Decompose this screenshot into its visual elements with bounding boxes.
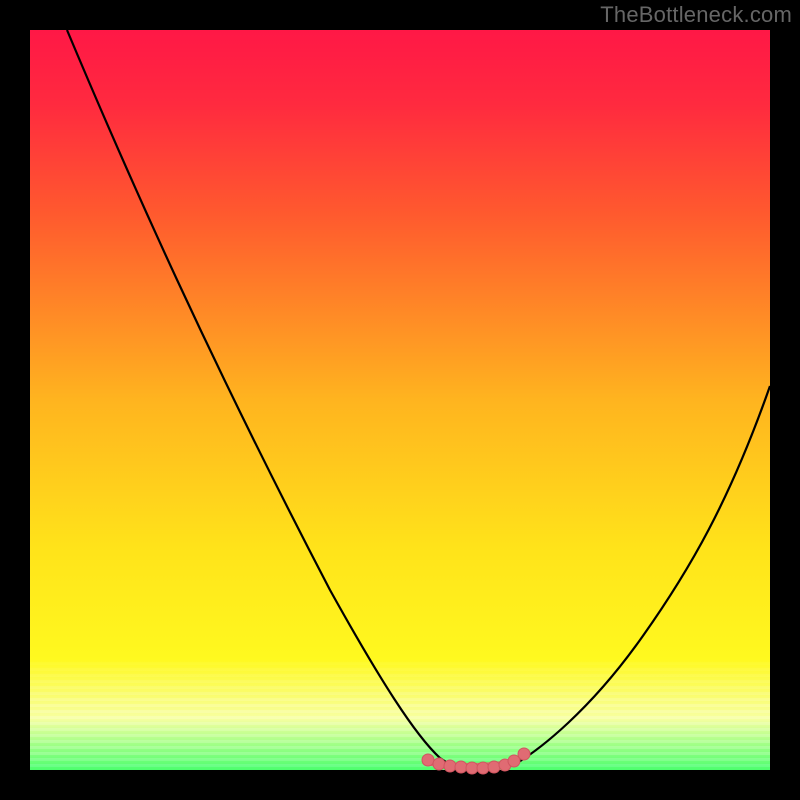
left-branch-curve xyxy=(67,30,452,766)
right-branch-curve xyxy=(512,386,770,766)
watermark-text: TheBottleneck.com xyxy=(600,2,792,28)
plot-area xyxy=(30,30,770,770)
chart-frame: TheBottleneck.com xyxy=(0,0,800,800)
valley-markers xyxy=(422,748,530,774)
curve-layer xyxy=(30,30,770,770)
